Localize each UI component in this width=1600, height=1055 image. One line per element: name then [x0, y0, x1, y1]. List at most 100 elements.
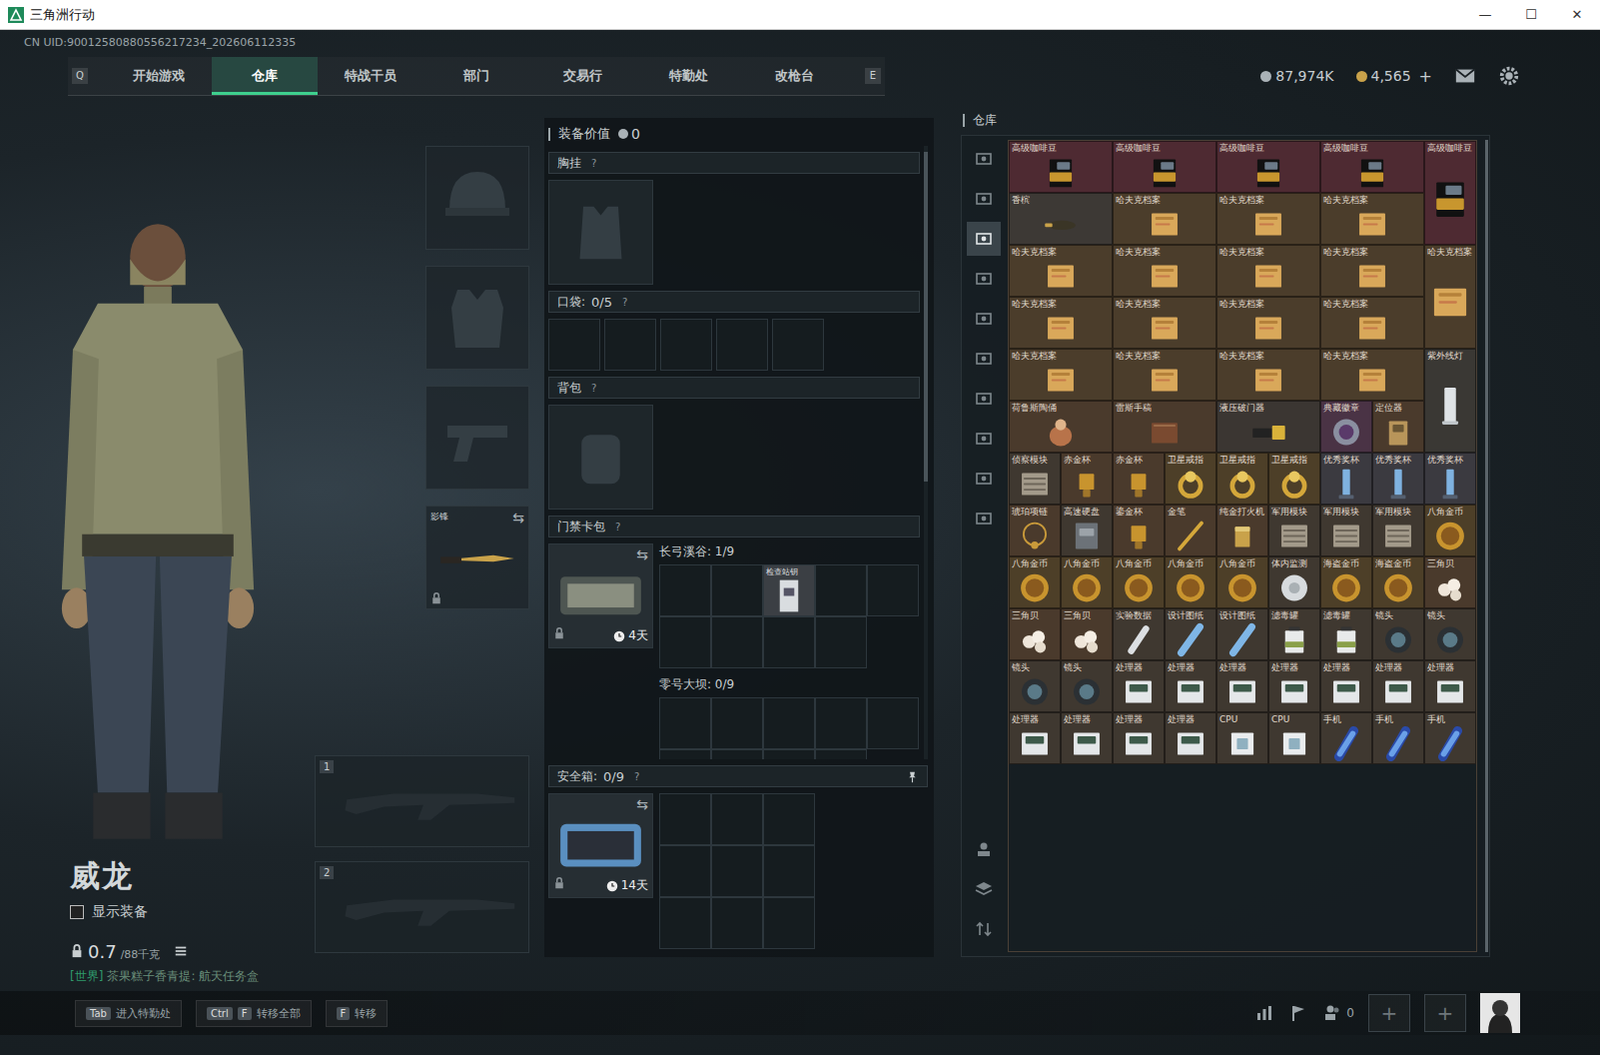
primary-weapon-slot[interactable]: 2	[314, 860, 530, 953]
chest-rig-slot[interactable]	[548, 179, 654, 285]
storage-page-tab[interactable]	[966, 381, 1001, 416]
warehouse-item[interactable]: 镜头	[1060, 660, 1113, 713]
helmet-slot[interactable]	[425, 145, 530, 250]
warehouse-item[interactable]: 高速硬盘	[1060, 504, 1113, 557]
safebox-slot[interactable]	[659, 896, 712, 949]
warehouse-item[interactable]: 卫星戒指	[1216, 452, 1269, 505]
warehouse-item[interactable]: 鎏金杯	[1112, 504, 1165, 557]
sort-tool[interactable]	[966, 911, 1001, 946]
safebox-slot[interactable]	[763, 896, 815, 949]
swap-button[interactable]: ⇆	[512, 510, 525, 525]
warehouse-item[interactable]: 哈夫克档案	[1008, 296, 1113, 349]
warehouse-item[interactable]: 三角贝	[1424, 556, 1477, 609]
warehouse-item[interactable]: 八角金币	[1112, 556, 1165, 609]
keycard-slot[interactable]	[659, 564, 712, 617]
safebox-slot[interactable]	[711, 793, 764, 845]
warehouse-item[interactable]: 处理器	[1060, 712, 1113, 765]
warehouse-item[interactable]: 哈夫克档案	[1112, 192, 1217, 245]
warehouse-item[interactable]: 处理器	[1320, 660, 1373, 713]
warehouse-item[interactable]: 手机	[1320, 712, 1373, 765]
keycard-slot[interactable]	[763, 749, 815, 760]
warehouse-item[interactable]: 处理器	[1424, 660, 1477, 713]
window-control-button[interactable]: ☐	[1508, 6, 1555, 22]
stats-chart-icon[interactable]	[1254, 1002, 1275, 1023]
warehouse-item[interactable]: 哈夫克档案	[1320, 244, 1425, 297]
warehouse-item[interactable]: 手机	[1372, 712, 1425, 765]
keycard-slot[interactable]	[814, 616, 867, 669]
swap-button[interactable]: ⇆	[636, 797, 649, 811]
pin-icon[interactable]	[905, 770, 919, 784]
keycard-slot[interactable]	[711, 749, 764, 760]
next-tab-key[interactable]: E	[864, 67, 881, 84]
keycard-slot[interactable]	[814, 697, 867, 750]
shortcut-hint[interactable]: CtrlF转移全部	[195, 999, 312, 1027]
warehouse-item[interactable]: 实验数据	[1112, 608, 1165, 661]
warehouse-item[interactable]: 手机	[1424, 712, 1477, 765]
add-currency-button[interactable]: +	[1419, 66, 1433, 86]
pocket-slot[interactable]	[548, 318, 601, 371]
warehouse-item[interactable]: 军用模块	[1268, 504, 1321, 557]
keycard-slot[interactable]	[763, 697, 815, 750]
warehouse-item[interactable]: 滤毒罐	[1320, 608, 1373, 661]
nav-tab[interactable]: 特勤处	[635, 56, 742, 95]
shortcut-hint[interactable]: F转移	[325, 999, 389, 1027]
warehouse-item[interactable]: 哈夫克档案	[1216, 296, 1321, 349]
warehouse-item[interactable]: 高级咖啡豆	[1320, 140, 1425, 193]
warehouse-item[interactable]: 卫星戒指	[1164, 452, 1217, 505]
storage-page-tab[interactable]	[966, 181, 1001, 216]
warehouse-item[interactable]: 处理器	[1268, 660, 1321, 713]
warehouse-item[interactable]: CPU	[1268, 712, 1321, 765]
operator-tool[interactable]	[966, 831, 1001, 866]
warehouse-item[interactable]: CPU	[1216, 712, 1269, 765]
warehouse-item[interactable]: 优秀奖杯	[1424, 452, 1477, 505]
nav-tab[interactable]: 特战干员	[317, 56, 424, 95]
warehouse-item[interactable]: 液压破门器	[1216, 400, 1321, 453]
warehouse-item[interactable]: 哈夫克档案	[1112, 348, 1217, 401]
warehouse-item[interactable]: 镜头	[1372, 608, 1425, 661]
warehouse-item[interactable]: 军用模块	[1372, 504, 1425, 557]
warehouse-item[interactable]: 哈夫克档案	[1008, 348, 1113, 401]
warehouse-item[interactable]: 侦察模块	[1008, 452, 1061, 505]
keycard-slot[interactable]	[814, 564, 867, 617]
warehouse-item[interactable]: 设计图纸	[1164, 608, 1217, 661]
keycard-slot[interactable]	[711, 697, 764, 750]
warehouse-item[interactable]: 赤金杯	[1112, 452, 1165, 505]
window-control-button[interactable]: —	[1462, 6, 1509, 22]
warehouse-item[interactable]: 军用模块	[1320, 504, 1373, 557]
warehouse-item[interactable]: 紫外线灯	[1424, 348, 1477, 453]
nav-tab[interactable]: 仓库	[211, 56, 318, 95]
safebox-slot[interactable]	[763, 793, 815, 845]
warehouse-item[interactable]: 哈夫克档案	[1112, 296, 1217, 349]
warehouse-item[interactable]: 高级咖啡豆	[1424, 140, 1477, 245]
list-icon[interactable]	[173, 943, 188, 958]
warehouse-item[interactable]: 滤毒罐	[1268, 608, 1321, 661]
warehouse-item[interactable]: 高级咖啡豆	[1112, 140, 1217, 193]
keycard-slot[interactable]	[711, 564, 764, 617]
storage-page-tab[interactable]	[966, 501, 1001, 536]
layers-tool[interactable]	[966, 871, 1001, 906]
pocket-slot[interactable]	[604, 318, 657, 371]
warehouse-item[interactable]: 哈夫克档案	[1320, 296, 1425, 349]
warehouse-item[interactable]: 体内监测	[1268, 556, 1321, 609]
safebox-case[interactable]: ⇆14天	[548, 793, 654, 898]
storage-page-tab[interactable]	[966, 461, 1001, 496]
warehouse-item[interactable]: 金笔	[1164, 504, 1217, 557]
invite-slot[interactable]: +	[1368, 993, 1411, 1032]
swap-button[interactable]: ⇆	[636, 547, 649, 562]
warehouse-item[interactable]: 哈夫克档案	[1216, 192, 1321, 245]
safebox-slot[interactable]	[659, 844, 712, 897]
warehouse-item[interactable]: 处理器	[1008, 712, 1061, 765]
warehouse-scrollbar[interactable]	[1485, 139, 1489, 952]
warehouse-item[interactable]: 哈夫克档案	[1320, 192, 1425, 245]
backpack-slot[interactable]	[548, 404, 654, 510]
shortcut-hint[interactable]: Tab进入特勤处	[74, 999, 182, 1027]
warehouse-item[interactable]: 海盗金币	[1372, 556, 1425, 609]
safebox-slot[interactable]	[659, 793, 712, 845]
armor-slot[interactable]	[425, 265, 530, 370]
keycard-slot[interactable]	[763, 616, 815, 669]
primary-weapon-slot[interactable]: 1	[314, 755, 530, 847]
warehouse-item[interactable]: 处理器	[1372, 660, 1425, 713]
warehouse-item[interactable]: 镜头	[1008, 660, 1061, 713]
warehouse-item[interactable]: 八角金币	[1008, 556, 1061, 609]
storage-page-tab[interactable]	[966, 221, 1001, 256]
